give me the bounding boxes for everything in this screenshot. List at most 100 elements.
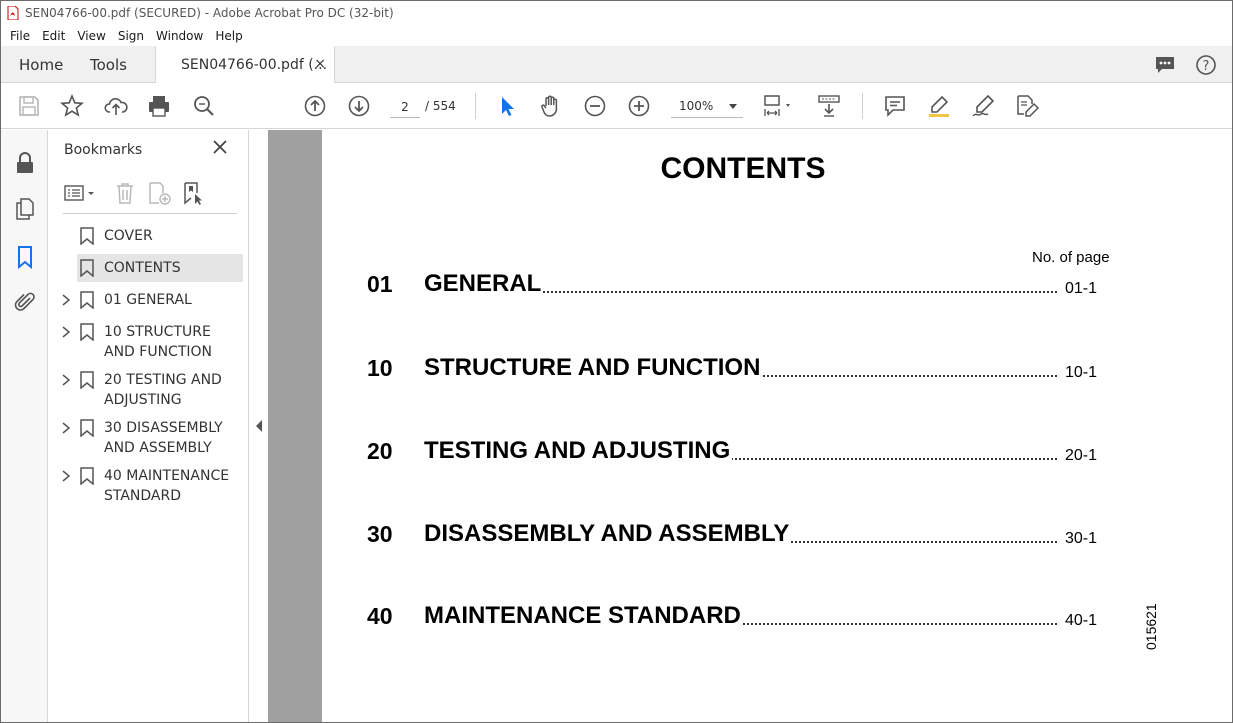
toc-title: MAINTENANCE STANDARD xyxy=(424,602,743,630)
document-view[interactable]: CONTENTS No. of page 01 GENERAL 01-1 10 … xyxy=(250,130,1232,722)
chevron-right-icon[interactable] xyxy=(61,373,71,386)
bookmark-flag-icon xyxy=(80,371,94,390)
menu-window[interactable]: Window xyxy=(150,29,209,43)
attachment-icon[interactable] xyxy=(13,290,37,314)
bookmarks-title: Bookmarks xyxy=(64,142,143,158)
toc-title: TESTING AND ADJUSTING xyxy=(424,437,733,465)
page-title: CONTENTS xyxy=(660,152,826,185)
close-icon[interactable] xyxy=(212,139,228,160)
new-bookmark-icon[interactable] xyxy=(147,181,171,205)
bookmark-label: 40 MAINTENANCE STANDARD xyxy=(104,468,230,504)
collapse-panel-icon[interactable] xyxy=(256,420,262,432)
tab-bar: Home Tools SEN04766-00.pdf (... × ? xyxy=(1,46,1232,83)
pages-icon[interactable] xyxy=(13,197,37,221)
toc-entry[interactable]: 30 DISASSEMBLY AND ASSEMBLY 30-1 xyxy=(367,520,1097,552)
chevron-right-icon[interactable] xyxy=(61,293,71,306)
page-down-icon[interactable] xyxy=(347,94,371,118)
bookmark-item-maintenance[interactable]: 40 MAINTENANCE STANDARD xyxy=(49,462,249,510)
page-gutter xyxy=(268,130,322,722)
tab-tools[interactable]: Tools xyxy=(90,46,127,83)
tab-document[interactable]: SEN04766-00.pdf (... × xyxy=(155,46,335,83)
document-code: 015621 xyxy=(1143,603,1159,650)
bookmark-label: 30 DISASSEMBLY AND ASSEMBLY xyxy=(104,420,223,456)
acrobat-window: SEN04766-00.pdf (SECURED) - Adobe Acroba… xyxy=(0,0,1233,723)
zoom-in-icon[interactable] xyxy=(627,94,651,118)
page-up-icon[interactable] xyxy=(303,94,327,118)
menu-bar: File Edit View Sign Window Help xyxy=(1,25,1232,46)
bookmark-flag-icon xyxy=(80,419,94,438)
chevron-down-icon xyxy=(729,104,737,109)
select-arrow-icon[interactable] xyxy=(495,94,519,118)
lock-icon[interactable] xyxy=(13,151,37,175)
leader-dots xyxy=(527,291,1057,293)
menu-help[interactable]: Help xyxy=(209,29,248,43)
bookmark-item-structure[interactable]: 10 STRUCTURE AND FUNCTION xyxy=(49,318,249,366)
menu-view[interactable]: View xyxy=(71,29,111,43)
page-total: / 554 xyxy=(425,99,456,113)
tab-close-button[interactable]: × xyxy=(314,56,326,72)
zoom-level-value: 100% xyxy=(679,99,714,113)
toc-entry[interactable]: 01 GENERAL 01-1 xyxy=(367,270,1097,302)
delete-icon[interactable] xyxy=(113,181,137,205)
bookmark-item-testing[interactable]: 20 TESTING AND ADJUSTING xyxy=(49,366,249,414)
tab-document-label: SEN04766-00.pdf (... xyxy=(181,56,328,73)
toolbar-divider xyxy=(475,93,476,119)
toc-entry[interactable]: 20 TESTING AND ADJUSTING 20-1 xyxy=(367,437,1097,469)
bookmark-label: 20 TESTING AND ADJUSTING xyxy=(104,372,222,408)
toc-page: 40-1 xyxy=(1060,612,1097,630)
sign-icon[interactable] xyxy=(971,94,995,118)
bookmark-item-disassembly[interactable]: 30 DISASSEMBLY AND ASSEMBLY xyxy=(49,414,249,462)
page-fit-icon[interactable] xyxy=(761,94,797,118)
toc-page: 10-1 xyxy=(1060,364,1097,382)
save-icon[interactable] xyxy=(17,94,41,118)
tab-home[interactable]: Home xyxy=(19,46,63,83)
navigation-rail xyxy=(1,130,48,722)
comment-bubble-icon[interactable] xyxy=(1154,54,1176,76)
bookmark-item-cover[interactable]: COVER xyxy=(49,222,249,254)
bookmark-label: CONTENTS xyxy=(104,260,181,276)
bookmark-flag-icon xyxy=(80,291,94,310)
bookmark-label: 01 GENERAL xyxy=(104,292,192,308)
bookmark-flag-icon xyxy=(80,227,94,246)
bookmark-item-contents[interactable]: CONTENTS xyxy=(49,254,249,286)
help-icon[interactable]: ? xyxy=(1195,54,1217,76)
hand-icon[interactable] xyxy=(539,94,563,118)
toc-number: 30 xyxy=(367,521,393,547)
toolbar-divider xyxy=(862,93,863,119)
bookmark-flag-icon xyxy=(80,467,94,486)
print-icon[interactable] xyxy=(147,94,171,118)
bookmark-icon[interactable] xyxy=(13,245,37,270)
toc-page: 20-1 xyxy=(1060,447,1097,465)
zoom-search-icon[interactable] xyxy=(192,94,216,118)
menu-file[interactable]: File xyxy=(4,29,36,43)
toc-title: DISASSEMBLY AND ASSEMBLY xyxy=(424,520,792,548)
edit-icon[interactable] xyxy=(1015,94,1040,118)
zoom-level-select[interactable]: 100% xyxy=(671,96,743,118)
star-icon[interactable] xyxy=(59,93,85,118)
menu-edit[interactable]: Edit xyxy=(36,29,71,43)
bookmark-label: 10 STRUCTURE AND FUNCTION xyxy=(104,324,213,360)
comment-icon[interactable] xyxy=(883,94,907,118)
chevron-right-icon[interactable] xyxy=(61,421,71,434)
chevron-right-icon[interactable] xyxy=(61,325,71,338)
toc-number: 10 xyxy=(367,355,393,381)
options-menu-icon[interactable] xyxy=(63,181,99,205)
toc-entry[interactable]: 40 MAINTENANCE STANDARD 40-1 xyxy=(367,602,1097,634)
menu-sign[interactable]: Sign xyxy=(112,29,150,43)
page-number-input[interactable] xyxy=(390,96,420,118)
bookmark-search-icon[interactable] xyxy=(182,181,206,205)
upload-icon[interactable] xyxy=(104,94,128,118)
scroll-mode-icon[interactable] xyxy=(817,94,841,118)
toc-entry[interactable]: 10 STRUCTURE AND FUNCTION 10-1 xyxy=(367,354,1097,386)
bookmark-item-general[interactable]: 01 GENERAL xyxy=(49,286,249,318)
highlight-icon[interactable] xyxy=(927,94,951,118)
bookmarks-list: COVER CONTENTS 01 GENERAL 10 STRUCTURE A… xyxy=(49,222,249,510)
window-title: SEN04766-00.pdf (SECURED) - Adobe Acroba… xyxy=(25,6,394,20)
toc-page: 30-1 xyxy=(1060,530,1097,548)
chevron-right-icon[interactable] xyxy=(61,469,71,482)
pdf-page: CONTENTS No. of page 01 GENERAL 01-1 10 … xyxy=(323,130,1232,722)
toc-page: 01-1 xyxy=(1060,280,1097,298)
title-bar: SEN04766-00.pdf (SECURED) - Adobe Acroba… xyxy=(1,1,1232,25)
zoom-out-icon[interactable] xyxy=(583,94,607,118)
toc-number: 01 xyxy=(367,271,393,297)
